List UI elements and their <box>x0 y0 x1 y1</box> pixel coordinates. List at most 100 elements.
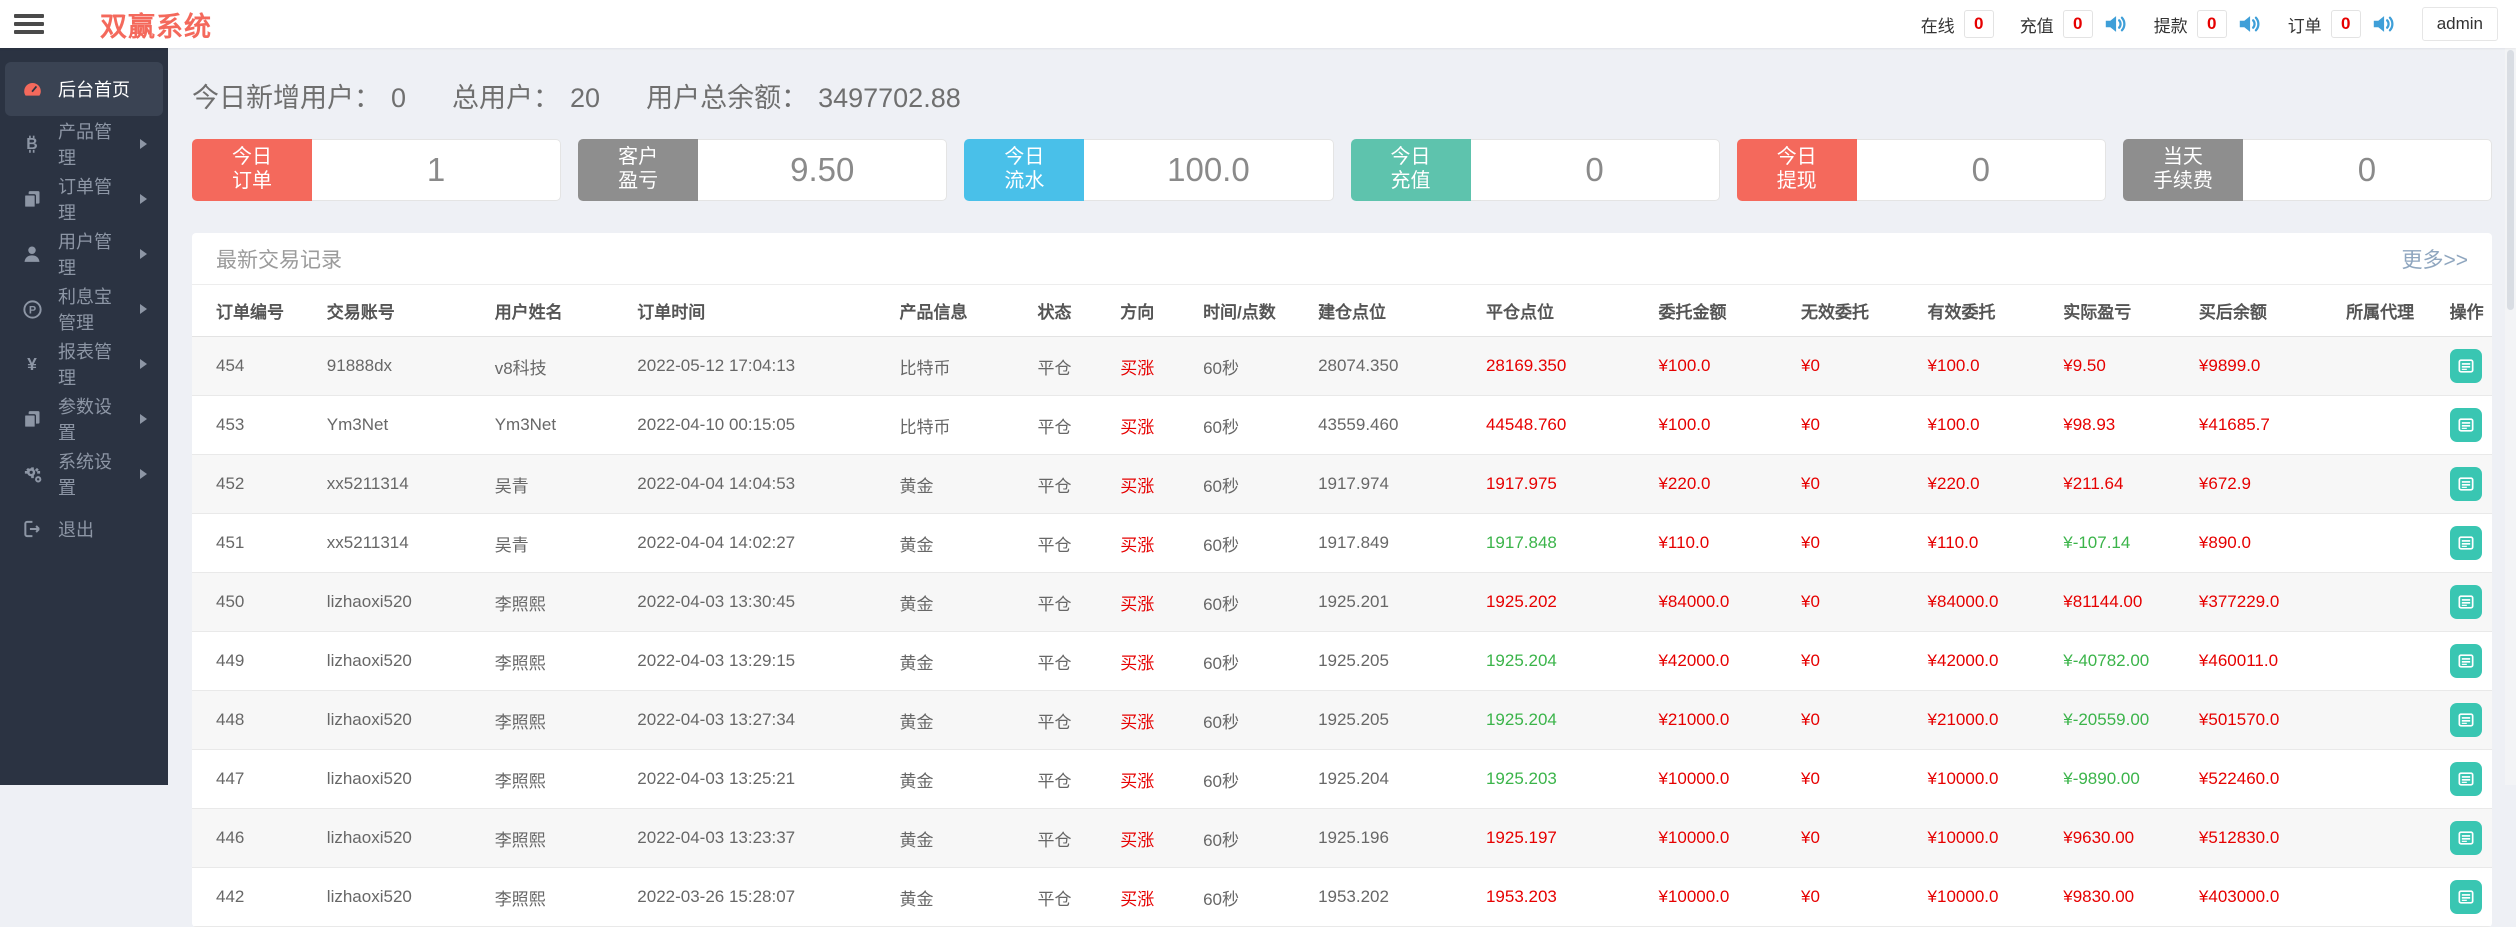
table-cell: ¥9899.0 <box>2192 336 2341 396</box>
trades-table: 订单编号 交易账号 用户姓名 订单时间 产品信息 状态 方向 时间/点数 建仓点位 平仓点位 委托金… <box>192 285 2492 927</box>
new-users-value: 0 <box>391 83 407 113</box>
table-cell: 平仓 <box>1031 572 1115 632</box>
table-cell: ¥100.0 <box>1652 395 1796 455</box>
table-cell: 1925.204 <box>1479 631 1653 691</box>
table-cell: 91888dx <box>320 336 489 396</box>
table-cell: 60秒 <box>1197 513 1313 573</box>
speaker-icon[interactable] <box>2102 11 2128 37</box>
table-cell-action <box>2443 867 2492 927</box>
column-header: 方向 <box>1114 285 1198 337</box>
order-detail-button[interactable] <box>2449 821 2482 855</box>
stat-card-value: 100.0 <box>1084 139 1334 201</box>
sidebar-item-gears[interactable]: 系统设置 <box>5 447 163 501</box>
table-cell: 买涨 <box>1114 572 1198 632</box>
table-cell: 平仓 <box>1031 631 1115 691</box>
table-cell: 黄金 <box>893 690 1032 750</box>
table-cell: lizhaoxi520 <box>320 631 489 691</box>
table-cell: lizhaoxi520 <box>320 690 489 750</box>
stat-card-label: 客户 盈亏 <box>578 139 699 201</box>
order-detail-button[interactable] <box>2449 526 2482 560</box>
table-cell: ¥10000.0 <box>1921 749 2058 809</box>
table-cell: ¥84000.0 <box>1921 572 2058 632</box>
order-detail-button[interactable] <box>2449 408 2482 442</box>
table-cell: 平仓 <box>1031 690 1115 750</box>
chevron-right-icon <box>140 249 147 259</box>
order-detail-button[interactable] <box>2449 349 2482 383</box>
order-detail-button[interactable] <box>2449 644 2482 678</box>
more-link[interactable]: 更多>> <box>2401 244 2468 274</box>
table-cell: ¥9630.00 <box>2057 808 2193 868</box>
sidebar-nav: 后台首页 B 产品管理 订单管理 用户管理 P 利息宝管理 ¥ 报表管理 参数设置 系统设置 退出 <box>0 48 168 785</box>
table-cell: ¥10000.0 <box>1652 749 1796 809</box>
sidebar-item-logout[interactable]: 退出 <box>5 502 163 556</box>
topbar-stat: 在线 0 <box>1921 10 1994 38</box>
table-cell: ¥220.0 <box>1921 454 2058 514</box>
order-detail-button[interactable] <box>2449 703 2482 737</box>
table-cell: 1925.204 <box>1312 749 1480 809</box>
table-cell: ¥9.50 <box>2057 336 2193 396</box>
table-cell-action <box>2443 513 2492 573</box>
detail-icon <box>2456 887 2476 907</box>
table-cell: 446 <box>192 808 321 868</box>
stat-card-label: 今日 流水 <box>964 139 1085 201</box>
sidebar-item-label: 利息宝管理 <box>58 287 112 333</box>
latest-trades-panel: 最新交易记录 更多>> 订单编号 交易账号 用户姓名 订单时间 产品信息 状态 方向 时间/点… <box>192 233 2492 927</box>
stat-card-value: 1 <box>312 139 562 201</box>
table-cell: 买涨 <box>1114 749 1198 809</box>
sidebar-item-params[interactable]: 参数设置 <box>5 392 163 446</box>
table-cell: 2022-04-04 14:04:53 <box>631 454 894 514</box>
table-cell: 2022-05-12 17:04:13 <box>631 336 894 396</box>
topbar-stat-value: 0 <box>2196 10 2227 38</box>
detail-icon <box>2456 769 2476 789</box>
scrollbar-thumb[interactable] <box>2507 50 2514 310</box>
speaker-icon[interactable] <box>2236 11 2262 37</box>
scrollbar[interactable] <box>2505 48 2516 785</box>
stat-cards: 今日 订单 1 客户 盈亏 9.50 今日 流水 100.0 今日 充值 0 今日 提现 0 当天 手续费 0 <box>192 139 2493 201</box>
table-cell: ¥672.9 <box>2192 454 2341 514</box>
table-cell: ¥-40782.00 <box>2057 631 2193 691</box>
table-cell: 李照熙 <box>488 808 632 868</box>
table-cell <box>2340 513 2444 573</box>
table-cell: ¥10000.0 <box>1921 808 2058 868</box>
table-cell: ¥98.93 <box>2057 395 2193 455</box>
column-header: 平仓点位 <box>1479 285 1653 337</box>
admin-user-button[interactable]: admin <box>2421 7 2498 41</box>
table-cell: 1925.205 <box>1312 631 1480 691</box>
table-cell <box>2340 867 2444 927</box>
table-row: 446 lizhaoxi520 李照熙 2022-04-03 13:23:37 黄金 平仓… <box>192 808 2492 868</box>
table-cell: 比特币 <box>893 395 1032 455</box>
table-cell: 451 <box>192 513 321 573</box>
sidebar-item-orders[interactable]: 订单管理 <box>5 172 163 226</box>
table-cell: 1953.202 <box>1312 867 1480 927</box>
order-detail-button[interactable] <box>2449 585 2482 619</box>
detail-icon <box>2456 415 2476 435</box>
table-cell: ¥84000.0 <box>1652 572 1796 632</box>
speaker-icon[interactable] <box>2370 11 2396 37</box>
user-icon <box>21 243 43 265</box>
table-cell: Ym3Net <box>488 395 632 455</box>
order-detail-button[interactable] <box>2449 762 2482 796</box>
stat-card-value: 0 <box>2242 139 2493 201</box>
sidebar-item-user[interactable]: 用户管理 <box>5 227 163 281</box>
sidebar-item-bitcoin[interactable]: B 产品管理 <box>5 117 163 171</box>
table-cell <box>2340 454 2444 514</box>
menu-toggle-icon[interactable] <box>14 14 44 34</box>
detail-icon <box>2456 592 2476 612</box>
table-cell: 黄金 <box>893 867 1032 927</box>
table-row: 450 lizhaoxi520 李照熙 2022-04-03 13:30:45 黄金 平仓… <box>192 572 2492 632</box>
table-cell: ¥0 <box>1795 572 1922 632</box>
table-cell: 2022-04-03 13:29:15 <box>631 631 894 691</box>
sidebar-item-interest[interactable]: P 利息宝管理 <box>5 282 163 336</box>
table-cell: 平仓 <box>1031 808 1115 868</box>
order-detail-button[interactable] <box>2449 467 2482 501</box>
column-header: 交易账号 <box>320 285 489 337</box>
order-detail-button[interactable] <box>2449 880 2482 914</box>
chevron-right-icon <box>140 414 147 424</box>
table-cell: 1925.203 <box>1479 749 1653 809</box>
sidebar-item-yen[interactable]: ¥ 报表管理 <box>5 337 163 391</box>
total-users-value: 20 <box>570 83 601 113</box>
table-cell: ¥100.0 <box>1652 336 1796 396</box>
table-cell: ¥377229.0 <box>2192 572 2341 632</box>
table-cell: 2022-04-03 13:30:45 <box>631 572 894 632</box>
sidebar-item-dashboard[interactable]: 后台首页 <box>5 62 163 116</box>
